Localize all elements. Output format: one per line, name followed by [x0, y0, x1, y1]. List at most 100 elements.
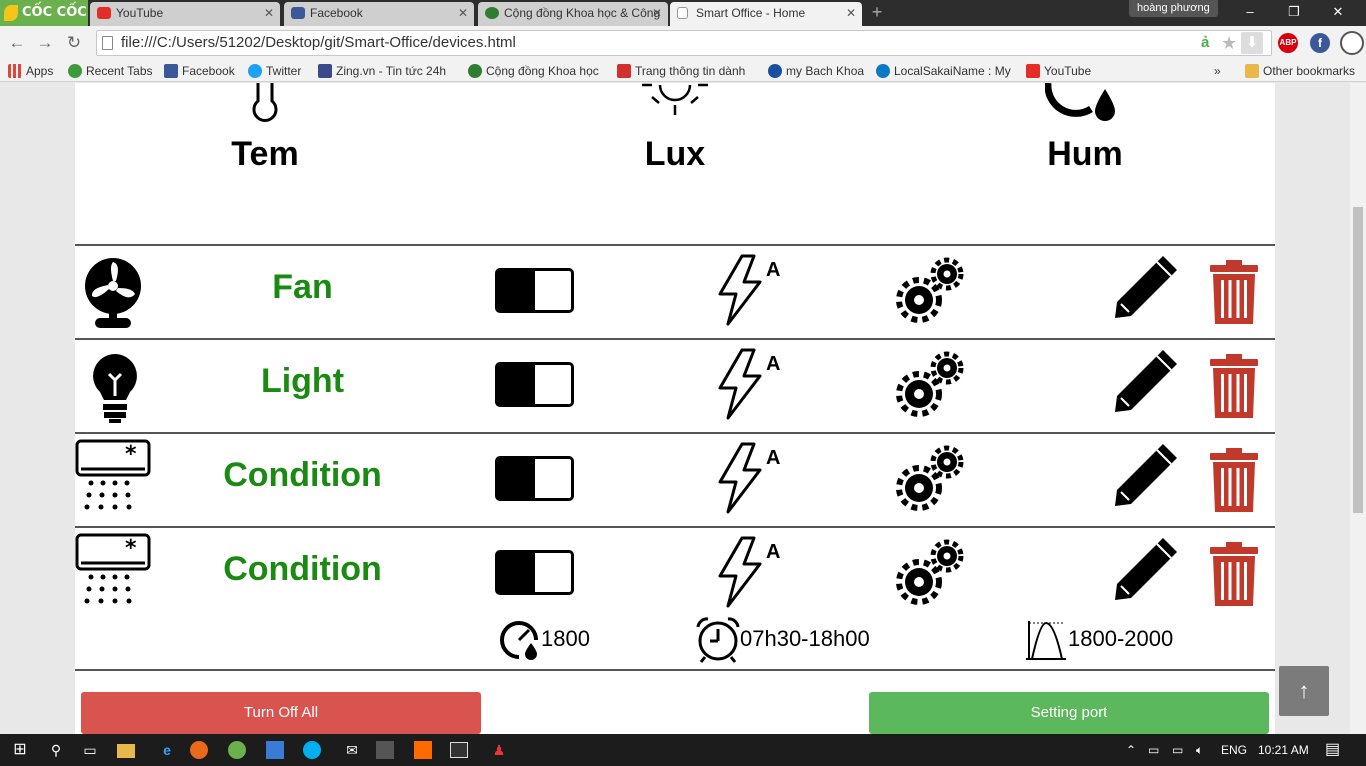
other-bookmarks-label: Other bookmarks — [1263, 64, 1356, 78]
bookmarks-overflow-button[interactable]: » — [1214, 62, 1221, 80]
power-toggle[interactable] — [495, 362, 574, 407]
other-bookmarks[interactable]: Other bookmarks — [1245, 62, 1355, 80]
app-icon[interactable]: ♟ — [487, 738, 511, 762]
tab-youtube[interactable]: YouTube ✕ — [90, 2, 280, 26]
toggle-knob — [498, 459, 535, 498]
language-indicator[interactable]: ENG — [1221, 734, 1247, 766]
app-icon[interactable] — [376, 741, 394, 759]
svg-text:*: * — [125, 536, 137, 561]
forward-icon[interactable]: → — [34, 32, 56, 54]
bookmark-cong-dong[interactable]: Cộng đồng Khoa học — [468, 62, 599, 80]
tab-smart-office[interactable]: Smart Office - Home ✕ — [670, 2, 862, 26]
devices-panel: Tem Lux Hum Fan A Light A * Condition A … — [75, 83, 1275, 734]
svg-text:A: A — [766, 259, 780, 281]
bookmark-youtube[interactable]: YouTube — [1026, 62, 1091, 80]
reload-icon[interactable]: ↻ — [63, 32, 85, 54]
youtube-icon — [1026, 64, 1040, 78]
tray-chevron-icon[interactable]: ⌃ — [1126, 734, 1136, 766]
power-toggle[interactable] — [495, 550, 574, 595]
network-icon[interactable]: ▭ — [1172, 734, 1183, 766]
device-name: Fan — [272, 268, 333, 306]
firefox-icon[interactable] — [190, 741, 208, 759]
edit-pencil-icon[interactable] — [1113, 348, 1179, 414]
mail-icon[interactable]: ✉ — [340, 738, 364, 762]
new-tab-button[interactable]: + — [866, 3, 888, 21]
bookmark-label: Recent Tabs — [86, 64, 153, 78]
tab-label: Smart Office - Home — [696, 6, 806, 20]
profile-badge[interactable]: hoàng phương — [1129, 0, 1218, 17]
bookmark-label: LocalSakaiName : My — [894, 64, 1011, 78]
device-row: Light A — [75, 338, 1275, 432]
auto-mode-icon[interactable]: A — [716, 442, 782, 514]
edit-pencil-icon[interactable] — [1113, 536, 1179, 602]
vietnamese-input-icon[interactable]: ả — [1201, 31, 1209, 55]
auto-mode-icon[interactable]: A — [716, 348, 782, 420]
windows-start-icon[interactable]: ⊞ — [8, 738, 32, 762]
restore-icon[interactable]: ❐ — [1272, 0, 1316, 24]
bookmark-star-icon[interactable]: ★ — [1221, 31, 1237, 55]
facebook-extension-icon[interactable]: f — [1310, 33, 1330, 53]
setting-port-button[interactable]: Setting port — [869, 692, 1269, 734]
delete-trash-icon[interactable] — [1210, 542, 1258, 606]
bookmark-zing[interactable]: Zing.vn - Tin tức 24h — [318, 62, 456, 80]
close-tab-icon[interactable]: ✕ — [652, 2, 662, 24]
edit-pencil-icon[interactable] — [1113, 442, 1179, 508]
skype-icon[interactable] — [303, 741, 321, 759]
svg-text:A: A — [766, 353, 780, 375]
command-prompt-icon[interactable] — [450, 742, 468, 758]
auto-mode-icon[interactable]: A — [716, 536, 782, 608]
bookmark-twitter[interactable]: Twitter — [248, 62, 301, 80]
minimize-icon[interactable]: – — [1228, 0, 1272, 24]
menu-icon[interactable] — [1340, 31, 1364, 55]
delete-trash-icon[interactable] — [1210, 448, 1258, 512]
download-icon[interactable]: ⬇ — [1241, 32, 1263, 54]
settings-gears-icon[interactable] — [895, 254, 967, 326]
delete-trash-icon[interactable] — [1210, 354, 1258, 418]
coccoc-icon[interactable] — [228, 741, 246, 759]
search-icon[interactable]: ⚲ — [44, 738, 68, 762]
battery-icon[interactable]: ▭ — [1148, 734, 1159, 766]
close-tab-icon[interactable]: ✕ — [458, 2, 468, 24]
facebook-icon — [291, 7, 305, 19]
notifications-icon[interactable]: ▤ — [1325, 734, 1340, 766]
clock[interactable]: 10:21 AM — [1258, 734, 1309, 766]
settings-gears-icon[interactable] — [895, 348, 967, 420]
bookmark-recent-tabs[interactable]: Recent Tabs — [68, 62, 153, 80]
page-scrollbar[interactable] — [1350, 83, 1366, 734]
file-explorer-icon[interactable] — [117, 744, 135, 758]
bookmark-facebook[interactable]: Facebook — [164, 62, 235, 80]
edge-icon[interactable]: e — [155, 738, 179, 762]
delete-trash-icon[interactable] — [1210, 260, 1258, 324]
power-toggle[interactable] — [495, 456, 574, 501]
bookmark-my-bach-khoa[interactable]: my Bach Khoa — [768, 62, 864, 80]
scrollbar-thumb[interactable] — [1353, 207, 1363, 513]
bookmark-sakai[interactable]: LocalSakaiName : My — [876, 62, 1012, 80]
lightbulb-icon — [93, 354, 137, 423]
bookmark-trang-thong-tin[interactable]: Trang thông tin dành — [617, 62, 757, 80]
youtube-icon — [97, 7, 111, 19]
browser-logo[interactable]: CỐC CỐC — [0, 0, 88, 26]
settings-gears-icon[interactable] — [895, 536, 967, 608]
close-window-icon[interactable]: ✕ — [1316, 0, 1360, 24]
close-tab-icon[interactable]: ✕ — [846, 2, 856, 24]
edit-pencil-icon[interactable] — [1113, 254, 1179, 320]
bookmark-apps[interactable]: Apps — [8, 62, 53, 80]
back-icon[interactable]: ← — [6, 32, 28, 54]
volume-icon[interactable]: 🔈︎ — [1196, 734, 1203, 766]
adblock-icon[interactable]: ABP — [1278, 33, 1298, 53]
browser-tab-strip: CỐC CỐC YouTube ✕ Facebook ✕ Cộng đồng K… — [0, 0, 1366, 26]
power-toggle[interactable] — [495, 268, 574, 313]
auto-mode-icon[interactable]: A — [716, 254, 782, 326]
task-view-icon[interactable]: ▭ — [78, 738, 102, 762]
settings-gears-icon[interactable] — [895, 442, 967, 514]
tab-cong-dong[interactable]: Cộng đồng Khoa học & Công ✕ — [478, 2, 668, 26]
app-icon[interactable] — [266, 741, 284, 759]
page-icon — [677, 7, 688, 19]
close-tab-icon[interactable]: ✕ — [264, 2, 274, 24]
turn-off-all-button[interactable]: Turn Off All — [81, 692, 481, 734]
recent-tabs-icon — [68, 64, 82, 78]
media-player-icon[interactable] — [414, 741, 432, 759]
address-bar[interactable]: file:///C:/Users/51202/Desktop/git/Smart… — [96, 30, 1272, 56]
tab-facebook[interactable]: Facebook ✕ — [284, 2, 474, 26]
back-to-top-button[interactable]: ↑ — [1279, 666, 1329, 716]
